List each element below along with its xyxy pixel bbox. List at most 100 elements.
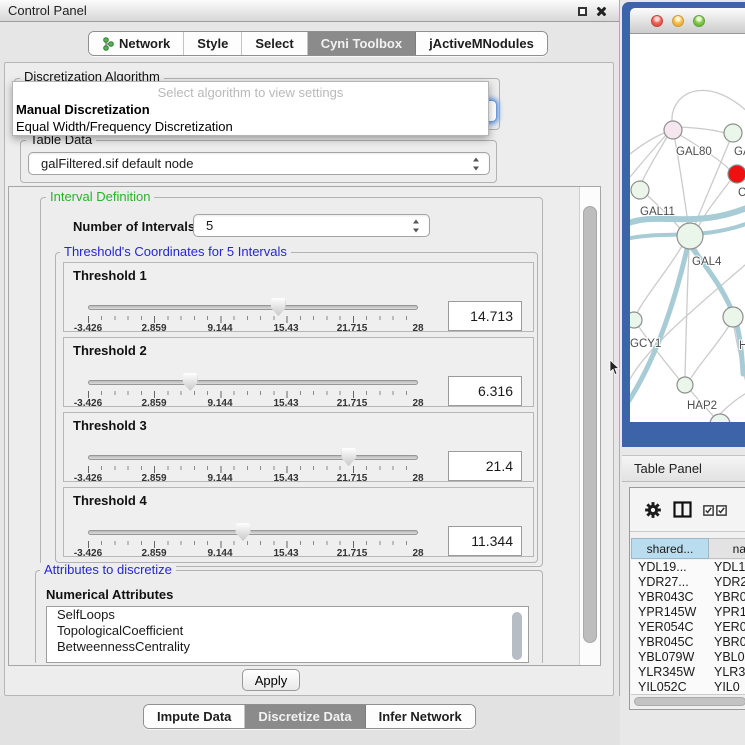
threshold-row: Threshold 2 -3.426 2.859 9.144 15.43 21.…	[63, 337, 534, 407]
checkbox-icon[interactable]	[703, 505, 714, 516]
network-node-label: GAL4	[692, 256, 722, 268]
mac-minimize-button[interactable]	[672, 15, 684, 27]
cell-shared-name[interactable]: YIL052C	[631, 680, 709, 694]
slider-track[interactable]	[88, 530, 418, 535]
table-row[interactable]: YIL052C YIL0	[631, 680, 745, 694]
table-row[interactable]: YLR345W YLR3	[631, 665, 745, 680]
column-header-shared-name[interactable]: shared...	[631, 538, 709, 559]
vertical-scrollbar[interactable]	[579, 187, 600, 665]
float-window-icon[interactable]	[578, 7, 587, 16]
thresholds-group-title: Threshold's Coordinates for 5 Intervals	[60, 245, 291, 259]
threshold-value-field[interactable]: 21.4	[448, 451, 522, 481]
cell-name[interactable]: YBR0	[709, 635, 745, 650]
cell-shared-name[interactable]: YDL19...	[631, 560, 709, 575]
cell-name[interactable]: YBR0	[709, 590, 745, 605]
table-row[interactable]: YPR145W YPR1	[631, 605, 745, 620]
slider-track[interactable]	[88, 380, 418, 385]
scale-tick-label: 15.43	[273, 323, 298, 334]
slider-thumb[interactable]	[236, 523, 251, 541]
threshold-value-field[interactable]: 14.713	[448, 301, 522, 331]
threshold-slider[interactable]: -3.426 2.859 9.144 15.43 21.715 28	[88, 451, 418, 481]
scale-tick-label: 2.859	[141, 323, 166, 334]
number-of-intervals-combobox[interactable]: 5	[193, 214, 430, 237]
cell-name[interactable]: YER0	[709, 620, 745, 635]
cell-name[interactable]: YDR2	[709, 575, 745, 590]
tab-select[interactable]: Select	[242, 32, 307, 55]
horizontal-scrollbar[interactable]	[631, 694, 745, 708]
list-item[interactable]: SelfLoops	[47, 607, 528, 623]
tab-impute-data[interactable]: Impute Data	[144, 705, 245, 728]
slider-thumb[interactable]	[271, 298, 286, 316]
option-equal-width-frequency[interactable]: Equal Width/Frequency Discretization	[16, 119, 233, 134]
network-node[interactable]	[631, 181, 649, 199]
interval-definition-title: Interval Definition	[46, 190, 154, 204]
list-item[interactable]: TopologicalCoefficient	[47, 623, 528, 639]
threshold-slider[interactable]: -3.426 2.859 9.144 15.43 21.715 28	[88, 301, 418, 331]
cell-name[interactable]: YPR1	[709, 605, 745, 620]
column-header-name[interactable]: na	[709, 538, 745, 559]
slider-thumb[interactable]	[341, 448, 356, 466]
network-node[interactable]	[677, 377, 693, 393]
network-node[interactable]	[664, 121, 682, 139]
cell-shared-name[interactable]: YDR27...	[631, 575, 709, 590]
slider-thumb[interactable]	[183, 373, 198, 391]
horizontal-scrollbar-thumb[interactable]	[634, 697, 745, 706]
threshold-slider[interactable]: -3.426 2.859 9.144 15.43 21.715 28	[88, 376, 418, 406]
network-node[interactable]	[723, 307, 743, 327]
tab-discretize-data[interactable]: Discretize Data	[245, 705, 365, 728]
network-node[interactable]	[630, 312, 642, 328]
table-panel-title: Table Panel	[634, 461, 702, 476]
table-data-combobox[interactable]: galFiltered.sif default node	[28, 152, 490, 175]
slider-scale: -3.426 2.859 9.144 15.43 21.715 28	[88, 398, 418, 410]
network-node[interactable]	[724, 124, 742, 142]
list-item[interactable]: BetweennessCentrality	[47, 639, 528, 655]
slider-track[interactable]	[88, 455, 418, 460]
checkbox-icon[interactable]	[716, 505, 727, 516]
network-node[interactable]	[728, 165, 745, 183]
mac-zoom-button[interactable]	[693, 15, 705, 27]
network-canvas[interactable]: GAL80GACGAL11GAL4GCY1HHAP2	[630, 34, 745, 422]
cell-name[interactable]: YDL1	[709, 560, 745, 575]
close-icon[interactable]	[596, 6, 607, 17]
cell-name[interactable]: YLR3	[709, 665, 745, 680]
threshold-slider[interactable]: -3.426 2.859 9.144 15.43 21.715 28	[88, 526, 418, 556]
scale-tick-label: 28	[412, 323, 423, 334]
numerical-attributes-list[interactable]: SelfLoops TopologicalCoefficient Between…	[46, 606, 529, 663]
cell-shared-name[interactable]: YBL079W	[631, 650, 709, 665]
threshold-row: Threshold 3 -3.426 2.859 9.144 15.43 21.…	[63, 412, 534, 482]
settings-gear-icon[interactable]	[644, 501, 662, 519]
cell-shared-name[interactable]: YPR145W	[631, 605, 709, 620]
cell-name[interactable]: YIL0	[709, 680, 745, 694]
threshold-value-field[interactable]: 6.316	[448, 376, 522, 406]
tab-infer-network[interactable]: Infer Network	[366, 705, 475, 728]
network-node[interactable]	[677, 223, 703, 249]
list-scrollbar-thumb[interactable]	[512, 612, 522, 660]
slider-track[interactable]	[88, 305, 418, 310]
mac-close-button[interactable]	[651, 15, 663, 27]
split-columns-icon[interactable]	[673, 501, 692, 518]
cell-shared-name[interactable]: YBR045C	[631, 635, 709, 650]
table-row[interactable]: YER054C YER0	[631, 620, 745, 635]
tab-style[interactable]: Style	[184, 32, 242, 55]
cell-shared-name[interactable]: YLR345W	[631, 665, 709, 680]
vertical-scrollbar-thumb[interactable]	[583, 206, 597, 643]
cell-name[interactable]: YBL0	[709, 650, 745, 665]
apply-button[interactable]: Apply	[242, 669, 300, 691]
threshold-value-field[interactable]: 11.344	[448, 526, 522, 556]
table-row[interactable]: YDR27... YDR2	[631, 575, 745, 590]
table-row[interactable]: YBL079W YBL0	[631, 650, 745, 665]
table-row[interactable]: YDL19... YDL1	[631, 560, 745, 575]
tab-network[interactable]: Network	[89, 32, 184, 55]
network-window-titlebar[interactable]	[630, 8, 745, 34]
table-data-value: galFiltered.sif default node	[41, 156, 193, 171]
cell-shared-name[interactable]: YER054C	[631, 620, 709, 635]
table-row[interactable]: YBR045C YBR0	[631, 635, 745, 650]
cell-shared-name[interactable]: YBR043C	[631, 590, 709, 605]
option-manual-discretization[interactable]: Manual Discretization	[16, 102, 150, 117]
control-panel-titlebar[interactable]: Control Panel	[0, 0, 619, 22]
tab-jactivemnodules[interactable]: jActiveMNodules	[416, 32, 547, 55]
tab-cyni-toolbox[interactable]: Cyni Toolbox	[308, 32, 416, 55]
scale-tick-label: 21.715	[337, 548, 368, 559]
slider-major-ticks	[88, 391, 419, 398]
table-row[interactable]: YBR043C YBR0	[631, 590, 745, 605]
